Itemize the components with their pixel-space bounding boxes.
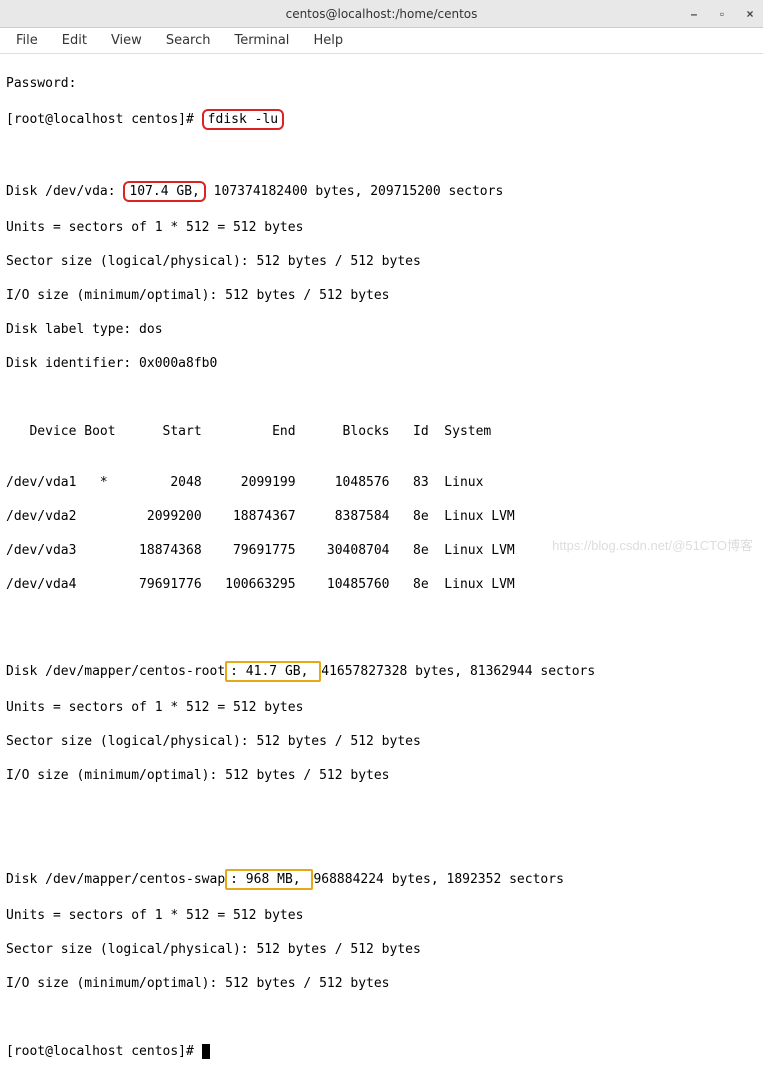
disk-size-highlight: 107.4 GB, [123, 181, 205, 202]
sector-size-line: Sector size (logical/physical): 512 byte… [6, 253, 757, 270]
mapper-suffix: 41657827328 bytes, 81362944 sectors [321, 664, 595, 679]
blank-line [6, 1009, 757, 1026]
io-size-line: I/O size (minimum/optimal): 512 bytes / … [6, 975, 757, 992]
minimize-button[interactable]: – [687, 7, 701, 21]
menu-terminal[interactable]: Terminal [224, 30, 299, 51]
menu-file[interactable]: File [6, 30, 48, 51]
close-button[interactable]: × [743, 7, 757, 21]
mapper-suffix: 968884224 bytes, 1892352 sectors [313, 872, 563, 887]
label-type-line: Disk label type: dos [6, 321, 757, 338]
io-size-line: I/O size (minimum/optimal): 512 bytes / … [6, 287, 757, 304]
units-line: Units = sectors of 1 * 512 = 512 bytes [6, 907, 757, 924]
partition-row: /dev/vda1 * 2048 2099199 1048576 83 Linu… [6, 474, 757, 491]
partition-row: /dev/vda4 79691776 100663295 10485760 8e… [6, 576, 757, 593]
window-title: centos@localhost:/home/centos [286, 7, 478, 21]
menu-view[interactable]: View [101, 30, 152, 51]
title-bar: centos@localhost:/home/centos – ▫ × [0, 0, 763, 28]
maximize-button[interactable]: ▫ [715, 7, 729, 21]
disk-prefix: Disk /dev/vda: [6, 184, 123, 199]
password-prompt: Password: [6, 75, 757, 92]
shell-prompt: [root@localhost centos]# [6, 112, 202, 127]
prompt-line: [root@localhost centos]# [6, 1043, 757, 1060]
menu-search[interactable]: Search [156, 30, 221, 51]
identifier-line: Disk identifier: 0x000a8fb0 [6, 355, 757, 372]
mapper-prefix: Disk /dev/mapper/centos-swap [6, 872, 225, 887]
blank-line [6, 835, 757, 852]
mapper-swap-line: Disk /dev/mapper/centos-swap: 968 MB, 96… [6, 869, 757, 890]
disk-suffix: 107374182400 bytes, 209715200 sectors [206, 184, 503, 199]
shell-prompt: [root@localhost centos]# [6, 1044, 202, 1059]
command-line: [root@localhost centos]# fdisk -lu [6, 109, 757, 130]
blank-line [6, 389, 757, 406]
units-line: Units = sectors of 1 * 512 = 512 bytes [6, 219, 757, 236]
sector-size-line: Sector size (logical/physical): 512 byte… [6, 941, 757, 958]
mapper-prefix: Disk /dev/mapper/centos-root [6, 664, 225, 679]
io-size-line: I/O size (minimum/optimal): 512 bytes / … [6, 767, 757, 784]
mapper-root-line: Disk /dev/mapper/centos-root: 41.7 GB, 4… [6, 661, 757, 682]
disk-vda-line: Disk /dev/vda: 107.4 GB, 107374182400 by… [6, 181, 757, 202]
window-controls: – ▫ × [687, 7, 757, 21]
units-line: Units = sectors of 1 * 512 = 512 bytes [6, 699, 757, 716]
mapper-root-size-highlight: : 41.7 GB, [225, 661, 321, 682]
mapper-swap-size-highlight: : 968 MB, [225, 869, 313, 890]
partition-header: Device Boot Start End Blocks Id System [6, 423, 757, 440]
cursor-icon [202, 1044, 210, 1059]
partition-row: /dev/vda2 2099200 18874367 8387584 8e Li… [6, 508, 757, 525]
menu-help[interactable]: Help [303, 30, 353, 51]
sector-size-line: Sector size (logical/physical): 512 byte… [6, 733, 757, 750]
terminal-output[interactable]: Password: [root@localhost centos]# fdisk… [0, 54, 763, 1081]
highlighted-command: fdisk -lu [202, 109, 284, 130]
blank-line [6, 627, 757, 644]
partition-row: /dev/vda3 18874368 79691775 30408704 8e … [6, 542, 757, 559]
blank-line [6, 801, 757, 818]
menu-bar: File Edit View Search Terminal Help [0, 28, 763, 54]
menu-edit[interactable]: Edit [52, 30, 97, 51]
partition-table: /dev/vda1 * 2048 2099199 1048576 83 Linu… [6, 457, 757, 610]
blank-line [6, 147, 757, 164]
